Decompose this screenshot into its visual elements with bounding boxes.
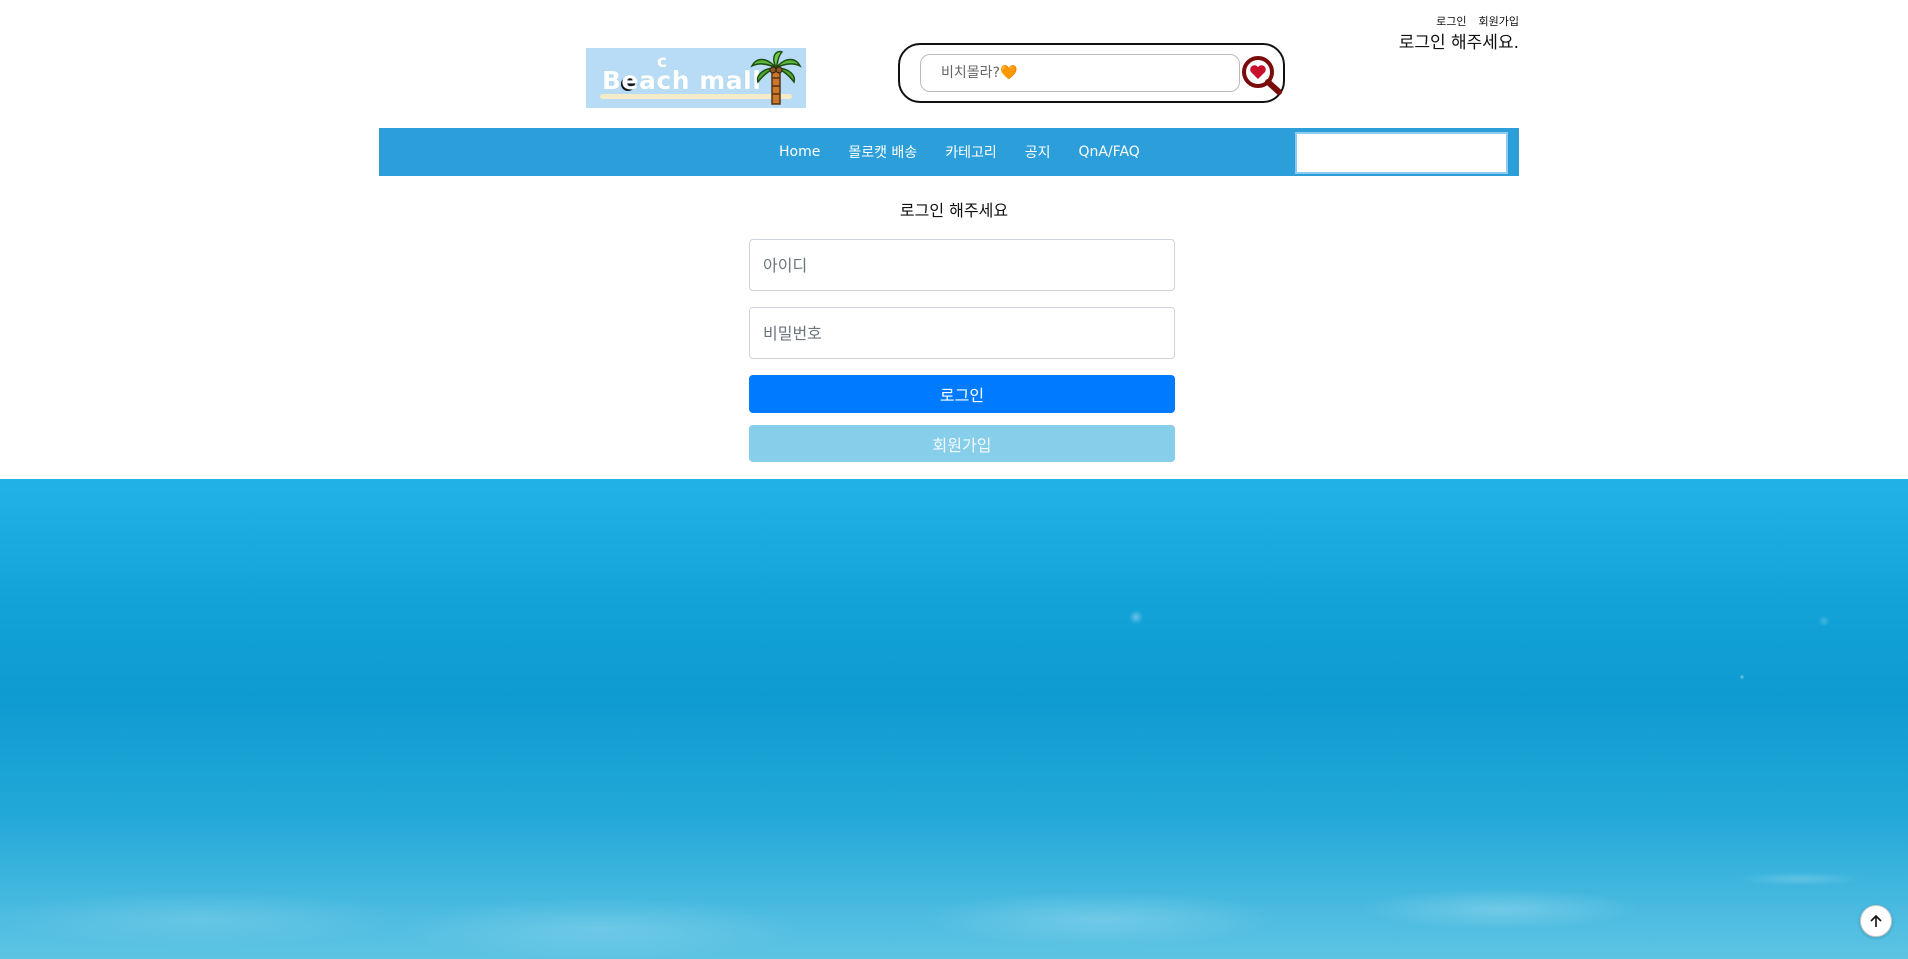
login-link[interactable]: 로그인 <box>1436 13 1466 29</box>
site-logo[interactable]: c Beach mall <box>586 48 806 108</box>
nav-item-qna[interactable]: QnA/FAQ <box>1079 144 1140 160</box>
scroll-top-button[interactable] <box>1860 905 1892 937</box>
greeting-text: 로그인 해주세요. <box>1398 33 1519 53</box>
nav-item-notice[interactable]: 공지 <box>1025 142 1051 162</box>
nav-items: Home 몰로캣 배송 카테고리 공지 QnA/FAQ <box>779 128 1140 176</box>
ocean-background <box>0 479 1908 959</box>
signup-button[interactable]: 회원가입 <box>749 425 1175 462</box>
palm-tree-icon <box>750 50 802 105</box>
logo-text: Beach mall <box>602 66 762 95</box>
nav-item-delivery[interactable]: 몰로캣 배송 <box>848 142 917 162</box>
arrow-up-icon <box>1870 914 1882 927</box>
heart-magnifier-icon[interactable] <box>1241 55 1283 95</box>
login-button[interactable]: 로그인 <box>749 375 1175 413</box>
nav-item-category[interactable]: 카테고리 <box>945 142 997 162</box>
id-field[interactable] <box>749 239 1175 291</box>
login-title: 로그인 해주세요 <box>899 201 1009 220</box>
search-input[interactable] <box>920 54 1240 92</box>
nav-item-home[interactable]: Home <box>779 144 820 160</box>
main-nav: Home 몰로캣 배송 카테고리 공지 QnA/FAQ <box>379 128 1519 176</box>
util-links: 로그인 회원가입 <box>1436 13 1519 29</box>
nav-search-box[interactable] <box>1295 132 1508 174</box>
search-bar <box>898 43 1285 103</box>
signup-link[interactable]: 회원가입 <box>1479 13 1519 29</box>
password-field[interactable] <box>749 307 1175 359</box>
